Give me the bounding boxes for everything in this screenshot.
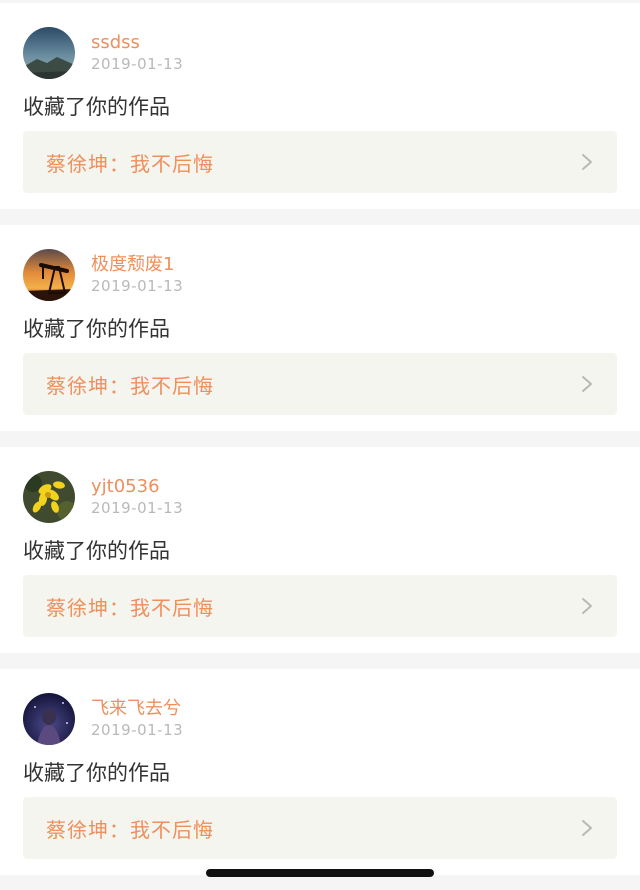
notification-card: ssdss 2019-01-13 收藏了你的作品 蔡徐坤：我不后悔: [0, 3, 640, 209]
notification-header: ssdss 2019-01-13: [23, 26, 183, 80]
work-link[interactable]: 蔡徐坤：我不后悔: [23, 575, 617, 637]
notification-card: 飞来飞去兮 2019-01-13 收藏了你的作品 蔡徐坤：我不后悔: [0, 669, 640, 875]
notification-card: 极度颓废1 2019-01-13 收藏了你的作品 蔡徐坤：我不后悔: [0, 225, 640, 431]
notification-header: 飞来飞去兮 2019-01-13: [23, 692, 183, 746]
avatar[interactable]: [23, 693, 75, 745]
notification-header: yjt0536 2019-01-13: [23, 470, 183, 524]
username[interactable]: yjt0536: [91, 476, 183, 498]
work-title: 蔡徐坤：我不后悔: [46, 817, 214, 842]
action-text: 收藏了你的作品: [23, 95, 170, 119]
avatar-yellow-flowers: [23, 471, 75, 523]
avatar-mountain-sky: [23, 27, 75, 79]
notification-feed: ssdss 2019-01-13 收藏了你的作品 蔡徐坤：我不后悔 极度颓废1 …: [0, 0, 640, 890]
avatar[interactable]: [23, 27, 75, 79]
action-text: 收藏了你的作品: [23, 317, 170, 341]
avatar-sunset-oil-pump: [23, 249, 75, 301]
user-meta: yjt0536 2019-01-13: [91, 476, 183, 518]
work-link[interactable]: 蔡徐坤：我不后悔: [23, 131, 617, 193]
user-meta: 飞来飞去兮 2019-01-13: [91, 698, 183, 740]
action-text: 收藏了你的作品: [23, 761, 170, 785]
avatar-dark-figure: [23, 693, 75, 745]
home-indicator[interactable]: [206, 869, 434, 877]
avatar[interactable]: [23, 249, 75, 301]
user-meta: ssdss 2019-01-13: [91, 32, 183, 74]
work-link[interactable]: 蔡徐坤：我不后悔: [23, 797, 617, 859]
notification-card: yjt0536 2019-01-13 收藏了你的作品 蔡徐坤：我不后悔: [0, 447, 640, 653]
username[interactable]: 极度颓废1: [91, 254, 183, 276]
work-title: 蔡徐坤：我不后悔: [46, 373, 214, 398]
notification-header: 极度颓废1 2019-01-13: [23, 248, 183, 302]
chevron-right-icon: [582, 154, 592, 170]
notification-date: 2019-01-13: [91, 55, 184, 73]
username[interactable]: ssdss: [91, 32, 183, 54]
chevron-right-icon: [582, 376, 592, 392]
username[interactable]: 飞来飞去兮: [91, 698, 183, 720]
work-link[interactable]: 蔡徐坤：我不后悔: [23, 353, 617, 415]
work-title: 蔡徐坤：我不后悔: [46, 151, 214, 176]
notification-date: 2019-01-13: [91, 499, 184, 517]
work-title: 蔡徐坤：我不后悔: [46, 595, 214, 620]
action-text: 收藏了你的作品: [23, 539, 170, 563]
user-meta: 极度颓废1 2019-01-13: [91, 254, 183, 296]
notification-date: 2019-01-13: [91, 721, 184, 739]
avatar[interactable]: [23, 471, 75, 523]
notification-date: 2019-01-13: [91, 277, 184, 295]
chevron-right-icon: [582, 820, 592, 836]
chevron-right-icon: [582, 598, 592, 614]
